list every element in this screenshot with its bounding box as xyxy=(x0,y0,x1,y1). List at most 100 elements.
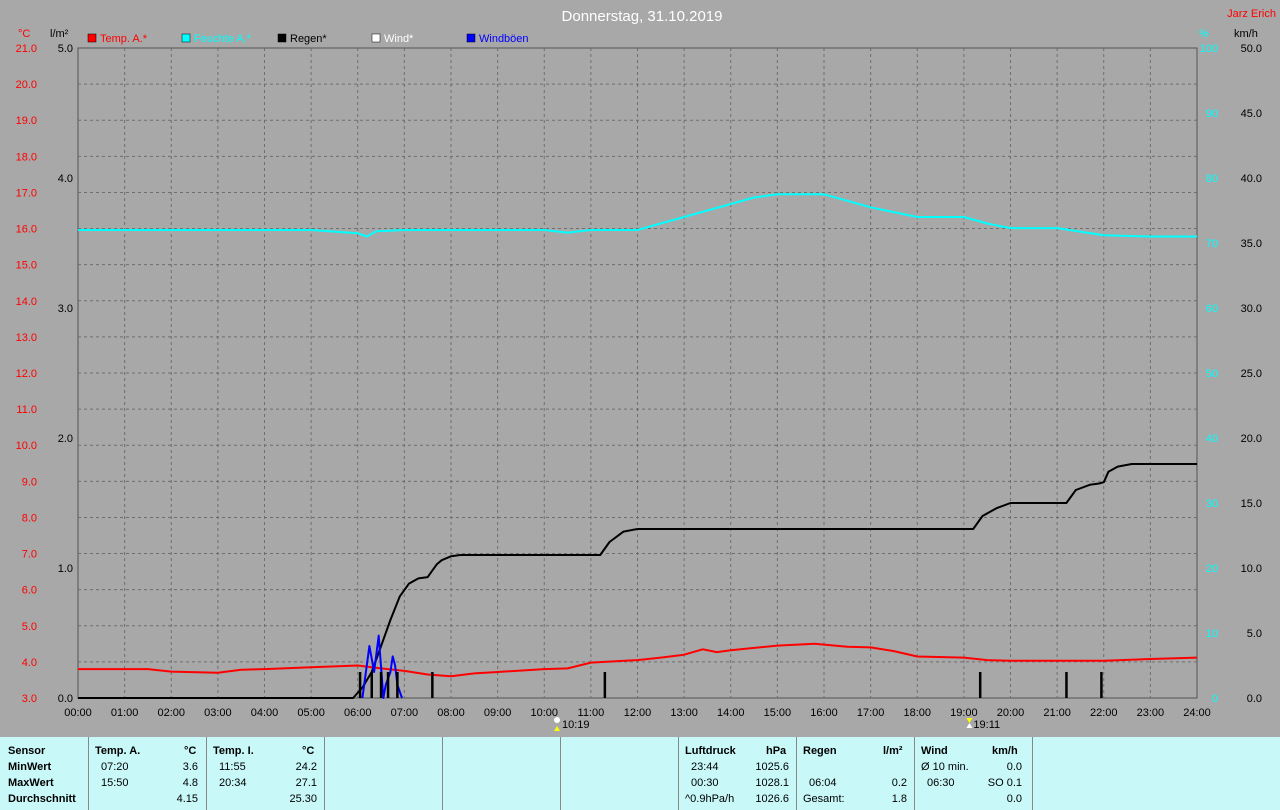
sunrise-icon xyxy=(554,717,561,723)
time-tick-label: 22:00 xyxy=(1090,707,1118,719)
temp-tick-label: 12.0 xyxy=(16,368,37,380)
wind-header: Wind xyxy=(921,745,948,757)
pressure-unit: hPa xyxy=(766,745,787,757)
wind-axis: 50.0 45.0 40.0 35.0 30.0 25.0 20.0 15.0 10.0 5.0 0… xyxy=(1241,43,1262,705)
time-tick-label: 15:00 xyxy=(764,707,792,719)
legend-swatch xyxy=(87,33,97,43)
temp-tick-label: 16.0 xyxy=(16,224,37,236)
time-tick-label: 12:00 xyxy=(624,707,652,719)
summary-panel: Sensor MinWert MaxWert Durchschnitt Temp… xyxy=(0,737,1280,810)
legend-label: Windböen xyxy=(479,33,529,45)
sensor-header: Sensor xyxy=(8,745,46,757)
legend-swatch xyxy=(371,33,381,43)
sunrise-time: 10:19 xyxy=(562,719,590,731)
rain-tick-label: 1.0 xyxy=(58,563,73,575)
legend-swatch xyxy=(277,33,287,43)
time-tick-label: 06:00 xyxy=(344,707,372,719)
pressure-max-value: 1028.1 xyxy=(755,777,789,789)
time-tick-label: 20:00 xyxy=(997,707,1025,719)
pressure-max-time: 00:30 xyxy=(691,777,719,789)
time-tick-label: 13:00 xyxy=(670,707,698,719)
temp-i-min-time: 11:55 xyxy=(219,761,246,773)
rain-tick-label: 3.0 xyxy=(58,303,73,315)
time-tick-label: 10:00 xyxy=(530,707,558,719)
wind-avg-value: 0.0 xyxy=(1006,761,1022,773)
time-tick-label: 09:00 xyxy=(484,707,512,719)
temp-i-header: Temp. I. xyxy=(213,745,254,757)
time-tick-label: 19:00 xyxy=(950,707,978,719)
humidity-tick-label: 30 xyxy=(1206,498,1218,510)
legend-label: Feuchte A.* xyxy=(194,33,252,45)
time-tick-label: 23:00 xyxy=(1137,707,1165,719)
time-tick-label: 00:00 xyxy=(64,707,92,719)
time-axis: 00:00 01:00 02:00 03:00 04:00 05:00 06:00 07:00… xyxy=(64,707,1211,719)
time-tick-label: 03:00 xyxy=(204,707,232,719)
station-name: Jarz Erich xyxy=(1227,8,1276,20)
temp-a-min-time: 07:20 xyxy=(101,761,129,773)
temp-tick-label: 15.0 xyxy=(16,260,37,272)
temp-tick-label: 14.0 xyxy=(16,296,37,308)
rain-unit: l/m² xyxy=(883,745,903,757)
temp-axis: 21.0 20.0 19.0 18.0 17.0 16.0 15.0 14.0 13.0 12.0… xyxy=(16,43,37,705)
rain-axis: 5.0 4.0 3.0 2.0 1.0 0.0 xyxy=(58,43,73,705)
temp-tick-label: 21.0 xyxy=(16,43,37,55)
time-tick-label: 01:00 xyxy=(111,707,139,719)
temp-tick-label: 19.0 xyxy=(16,115,37,127)
humidity-tick-label: 40 xyxy=(1206,433,1218,445)
time-tick-label: 24:00 xyxy=(1183,707,1211,719)
temp-tick-label: 3.0 xyxy=(22,693,37,705)
sunset-icon xyxy=(966,723,973,728)
temp-a-unit: °C xyxy=(184,745,197,757)
sunset-arrow-icon xyxy=(966,718,973,723)
sunset-time: 19:11 xyxy=(973,719,1000,731)
time-tick-label: 16:00 xyxy=(810,707,838,719)
temp-tick-label: 6.0 xyxy=(22,585,37,597)
temp-a-avg: 4.15 xyxy=(176,793,198,805)
chart-title: Donnerstag, 31.10.2019 xyxy=(562,8,723,25)
time-tick-label: 17:00 xyxy=(857,707,885,719)
temp-tick-label: 5.0 xyxy=(22,621,37,633)
time-tick-label: 05:00 xyxy=(297,707,325,719)
temp-tick-label: 11.0 xyxy=(16,404,37,416)
humidity-tick-label: 90 xyxy=(1206,108,1218,120)
time-tick-label: 18:00 xyxy=(903,707,931,719)
pressure-trend-label: ^0.9hPa/h xyxy=(685,793,735,805)
wind-tick-label: 30.0 xyxy=(1241,303,1262,315)
temp-tick-label: 9.0 xyxy=(22,476,37,488)
grid xyxy=(78,48,1197,698)
rain-max-time: 06:04 xyxy=(809,777,837,789)
humidity-tick-label: 100 xyxy=(1200,43,1218,55)
rain-tick-label: 5.0 xyxy=(58,43,73,55)
temp-i-avg: 25.30 xyxy=(289,793,317,805)
wind-avg-label: Ø 10 min. xyxy=(921,761,969,773)
time-tick-label: 14:00 xyxy=(717,707,745,719)
rain-tick-label: 4.0 xyxy=(58,173,73,185)
wind-unit: km/h xyxy=(992,745,1018,757)
pressure-header: Luftdruck xyxy=(685,745,736,757)
legend: Temp. A.* Feuchte A.* Regen* Wind* Windböen xyxy=(87,33,529,45)
temp-tick-label: 4.0 xyxy=(22,657,37,669)
wind-tick-label: 25.0 xyxy=(1241,368,1262,380)
legend-label: Wind* xyxy=(384,33,414,45)
time-tick-label: 21:00 xyxy=(1043,707,1071,719)
rain-header: Regen xyxy=(803,745,837,757)
rain-tick-label: 0.0 xyxy=(58,693,73,705)
legend-swatch xyxy=(466,33,476,43)
row-label-max: MaxWert xyxy=(8,777,54,789)
humidity-axis: 1009080706050403020100 xyxy=(1200,43,1218,705)
temp-tick-label: 7.0 xyxy=(22,549,37,561)
temp-tick-label: 8.0 xyxy=(22,512,37,524)
temp-a-max-value: 4.8 xyxy=(182,777,198,789)
wind-tick-label: 45.0 xyxy=(1241,108,1262,120)
rain-tick-label: 2.0 xyxy=(58,433,73,445)
pressure-min-value: 1025.6 xyxy=(755,761,789,773)
temp-tick-label: 10.0 xyxy=(16,440,37,452)
wind-tick-label: 40.0 xyxy=(1241,173,1262,185)
temp-tick-label: 13.0 xyxy=(16,332,37,344)
sunrise-arrow-icon xyxy=(554,726,561,731)
time-tick-label: 08:00 xyxy=(437,707,465,719)
pressure-trend-value: 1026.6 xyxy=(755,793,789,805)
unit-rain: l/m² xyxy=(50,28,69,40)
time-tick-label: 04:00 xyxy=(251,707,279,719)
rain-total-value: 1.8 xyxy=(891,793,907,805)
